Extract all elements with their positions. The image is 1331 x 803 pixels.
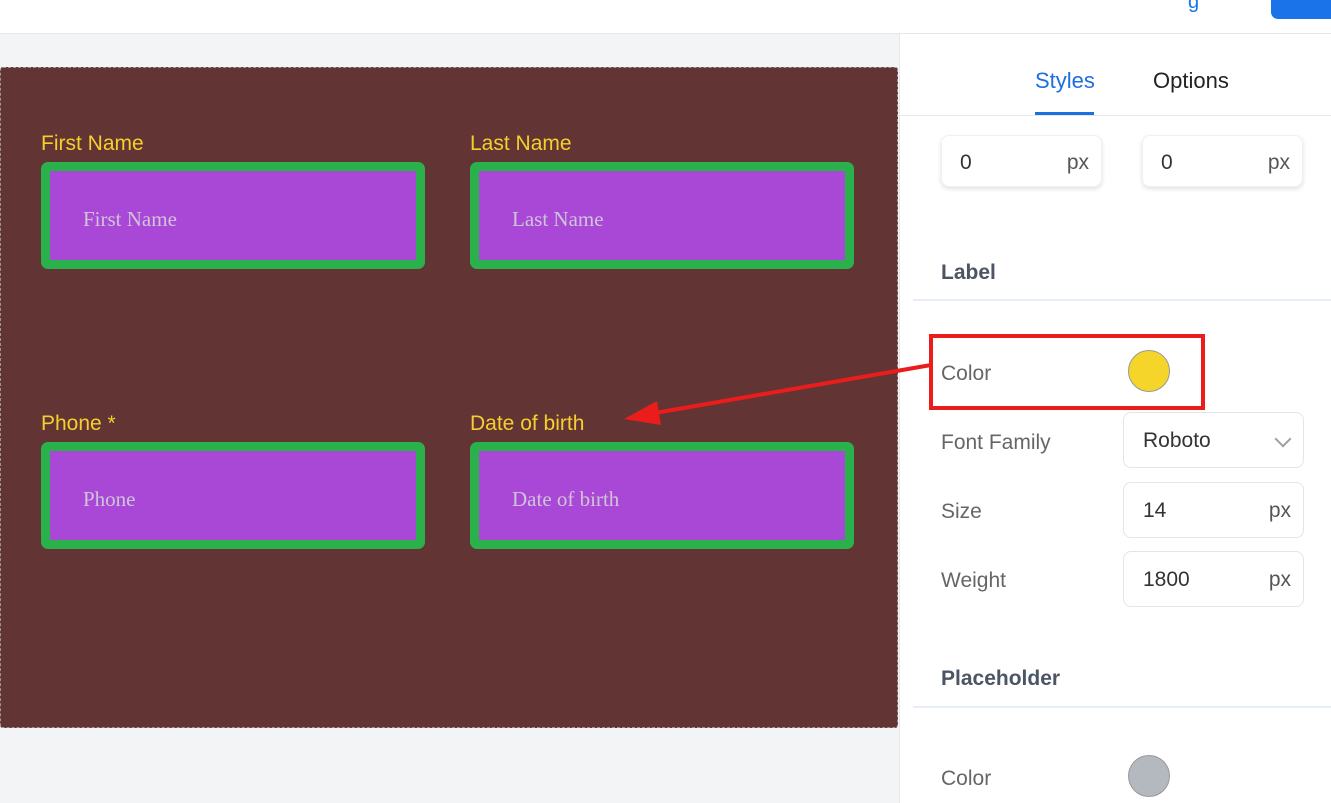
placeholder-section-divider	[913, 706, 1331, 708]
spacing-right-unit: px	[1267, 151, 1290, 174]
font-family-value: Roboto	[1143, 429, 1211, 452]
style-panel: Styles Options 0 px 0 px Label Color Fon…	[899, 34, 1331, 803]
spacing-left-unit: px	[1066, 151, 1089, 174]
placeholder-color-label: Color	[941, 767, 992, 790]
active-tab-indicator	[1035, 112, 1094, 115]
date-of-birth-placeholder: Date of birth	[512, 487, 620, 511]
placeholder-section-title: Placeholder	[941, 667, 1061, 690]
weight-value: 1800	[1143, 568, 1190, 591]
spacing-left-value: 0	[960, 151, 972, 174]
last-name-input[interactable]: Last Name	[470, 162, 854, 269]
size-value: 14	[1143, 499, 1167, 522]
font-family-select[interactable]: Roboto	[1123, 412, 1304, 468]
phone-label: Phone *	[41, 412, 116, 435]
first-name-input[interactable]: First Name	[41, 162, 425, 269]
spacing-left-input[interactable]: 0 px	[941, 135, 1102, 187]
placeholder-color-swatch[interactable]	[1128, 755, 1170, 797]
size-label: Size	[941, 500, 982, 523]
tab-options[interactable]: Options	[1153, 68, 1229, 94]
spacing-right-input[interactable]: 0 px	[1142, 135, 1303, 187]
size-input[interactable]: 14 px	[1123, 482, 1304, 538]
date-of-birth-input[interactable]: Date of birth	[470, 442, 854, 549]
weight-label: Weight	[941, 569, 1006, 592]
phone-placeholder: Phone	[83, 487, 136, 511]
first-name-placeholder: First Name	[83, 207, 177, 231]
top-bar: g	[0, 0, 1331, 34]
last-name-label: Last Name	[470, 132, 572, 155]
label-section-divider	[913, 299, 1331, 301]
weight-input[interactable]: 1800 px	[1123, 551, 1304, 607]
spacing-right-value: 0	[1161, 151, 1173, 174]
size-unit: px	[1268, 499, 1291, 522]
label-section-title: Label	[941, 261, 996, 284]
chevron-down-icon	[1274, 430, 1292, 448]
phone-input[interactable]: Phone	[41, 442, 425, 549]
header-primary-button[interactable]	[1271, 0, 1331, 19]
header-link[interactable]: g	[1188, 0, 1199, 14]
annotation-highlight-box	[929, 334, 1205, 410]
last-name-placeholder: Last Name	[512, 207, 604, 231]
form-preview[interactable]: First Name First Name Last Name Last Nam…	[0, 67, 898, 728]
form-canvas: First Name First Name Last Name Last Nam…	[0, 34, 899, 803]
font-family-label: Font Family	[941, 431, 1051, 454]
first-name-label: First Name	[41, 132, 144, 155]
date-of-birth-label: Date of birth	[470, 412, 585, 435]
weight-unit: px	[1268, 568, 1291, 591]
panel-tabs: Styles Options	[900, 34, 1331, 116]
tab-styles[interactable]: Styles	[1035, 68, 1095, 94]
